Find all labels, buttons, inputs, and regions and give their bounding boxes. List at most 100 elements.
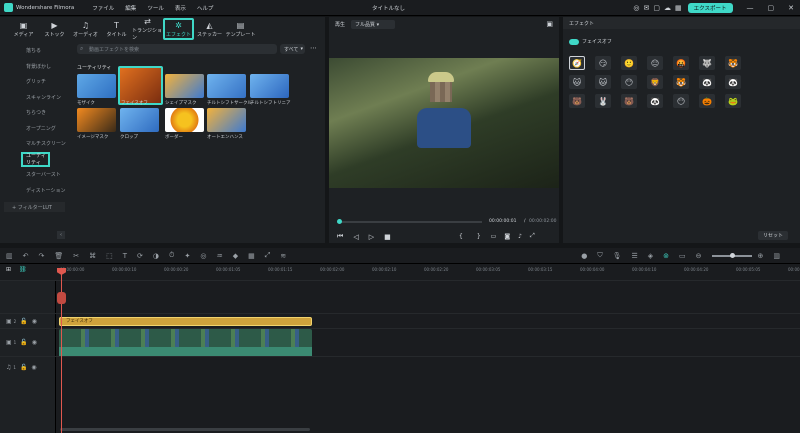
tag-icon[interactable]: ⌘	[89, 252, 96, 260]
collapse-icon[interactable]: ‹	[57, 231, 65, 239]
speaker-icon[interactable]: ◉	[31, 364, 36, 371]
mark-in-icon[interactable]: {	[459, 233, 463, 240]
tab-stickers[interactable]: ◭ ステッカー	[194, 18, 225, 40]
emoji-sticker[interactable]: 🐼	[725, 75, 741, 89]
audio-icon[interactable]: ♪	[518, 233, 522, 240]
timeline-scrollbar[interactable]	[60, 428, 310, 431]
minimize-icon[interactable]: —	[747, 4, 754, 12]
audio-wave-icon[interactable]: ♒	[216, 252, 222, 260]
link-icon[interactable]: ⛓	[19, 266, 27, 273]
tab-stock[interactable]: ▶ ストック	[39, 18, 70, 40]
color-icon[interactable]: ◑	[153, 252, 159, 260]
emoji-sticker[interactable]: 🐸	[725, 94, 741, 108]
snapshot-icon[interactable]: ▣	[546, 20, 553, 28]
crop-icon[interactable]: ⬚	[106, 252, 113, 260]
category-item[interactable]: オープニング	[0, 121, 69, 137]
emoji-sticker[interactable]: 🐼	[699, 75, 715, 89]
effect-thumb-shape-mask[interactable]	[165, 74, 204, 98]
snap-icon[interactable]: ⊚	[663, 252, 669, 260]
timeline-ruler[interactable]: 00:00:00:00 00:00:00:10 00:00:00:20 00:00:0…	[56, 266, 800, 276]
prev-frame-icon[interactable]: ⏮	[337, 232, 343, 241]
grid-icon[interactable]: ▦	[675, 4, 682, 12]
quality-dropdown[interactable]: フル品質 ▾	[351, 19, 396, 29]
category-item[interactable]: マルチスクリーン	[0, 136, 69, 152]
emoji-sticker[interactable]: 😐	[647, 56, 663, 70]
category-item[interactable]: スキャンライン	[0, 90, 69, 106]
zoom-slider[interactable]	[711, 252, 752, 258]
menu-tools[interactable]: ツール	[147, 4, 164, 12]
player-tab[interactable]: 再生	[335, 21, 345, 28]
emoji-sticker[interactable]: 🤬	[673, 56, 689, 70]
lock-icon[interactable]: 🔓	[20, 339, 27, 346]
playhead-knob[interactable]	[337, 219, 342, 224]
effects-icon[interactable]: ✦	[185, 252, 191, 260]
display-icon[interactable]: ▭	[491, 233, 497, 240]
emoji-sticker[interactable]: 🐯	[673, 75, 689, 89]
menu-help[interactable]: ヘルプ	[197, 4, 214, 12]
tab-effects[interactable]: ✲ エフェクト	[163, 18, 194, 40]
category-item[interactable]: ディストーション	[0, 183, 69, 199]
cut-icon[interactable]: ✂	[73, 252, 79, 260]
filter-lut-item[interactable]: + フィルターLUT	[4, 202, 65, 212]
rotate-icon[interactable]: ⟳	[137, 252, 143, 260]
more-icon[interactable]: ⋯	[310, 44, 317, 52]
redo-icon[interactable]: ↷	[39, 252, 45, 260]
ai-icon[interactable]: ◈	[648, 252, 653, 260]
message-icon[interactable]: ✉	[644, 4, 650, 12]
effect-thumb-mosaic[interactable]	[77, 74, 116, 98]
export-button[interactable]: エクスポート	[687, 2, 733, 13]
mark-out-icon[interactable]: }	[477, 233, 481, 240]
maximize-icon[interactable]: ▢	[768, 4, 775, 12]
emoji-sticker[interactable]: 🦁	[647, 75, 663, 89]
fullscreen-icon[interactable]: ⤢	[530, 232, 535, 240]
emoji-sticker[interactable]: 🐻	[569, 94, 585, 108]
tab-audio[interactable]: ♫ オーディオ	[70, 18, 101, 40]
effect-thumb-tilt-circle[interactable]	[207, 74, 246, 98]
category-item-utility[interactable]: ユーティリティ	[21, 151, 50, 167]
emoji-sticker[interactable]: 🐱	[595, 75, 611, 89]
shield-icon[interactable]: ⛉	[597, 251, 602, 260]
speed-icon[interactable]: ⏱	[169, 251, 174, 260]
text-icon[interactable]: T	[123, 252, 127, 260]
camera-icon[interactable]: ◙	[504, 233, 510, 240]
category-item[interactable]: ちらつき	[0, 105, 69, 121]
effect-thumb-border[interactable]	[165, 108, 204, 132]
effect-thumb-tilt-linear[interactable]	[250, 74, 289, 98]
render-icon[interactable]: ●	[581, 252, 587, 260]
emoji-sticker[interactable]: 🐰	[595, 94, 611, 108]
effect-thumb-crop[interactable]	[120, 108, 159, 132]
lock-icon[interactable]: 🔓	[20, 364, 27, 371]
emoji-sticker[interactable]: 🐱	[569, 75, 585, 89]
search-input[interactable]: ⌕ 動画エフェクトを検索	[77, 44, 277, 54]
motion-icon[interactable]: ≋	[280, 252, 286, 260]
emoji-sticker-selected[interactable]: 🧭	[569, 56, 585, 70]
category-item[interactable]: グリッチ	[0, 74, 69, 90]
add-track-icon[interactable]: ⊞	[6, 266, 11, 273]
emoji-sticker[interactable]: 🙂	[621, 56, 637, 70]
layout-icon[interactable]: ▥	[6, 252, 13, 260]
zoom-knob[interactable]	[729, 252, 735, 258]
zoom-out-icon[interactable]: ⊖	[696, 252, 702, 260]
emoji-sticker[interactable]: 😶	[621, 75, 637, 89]
video-clip[interactable]	[59, 329, 312, 356]
lock-icon[interactable]: 🔓	[20, 318, 27, 325]
effect-thumb-auto-enhance[interactable]	[207, 108, 246, 132]
green-screen-icon[interactable]: ▦	[248, 252, 255, 260]
keyframe-icon[interactable]: ◆	[233, 252, 238, 260]
category-item[interactable]: スターバースト	[0, 167, 69, 183]
emoji-sticker[interactable]: 🐺	[699, 56, 715, 70]
emoji-sticker[interactable]: 🐻	[621, 94, 637, 108]
expand-icon[interactable]: ⤢	[265, 251, 271, 260]
effect-thumb-image-mask[interactable]	[77, 108, 116, 132]
reset-button[interactable]: リセット	[758, 231, 789, 240]
zoom-fit-icon[interactable]: ▭	[679, 252, 686, 260]
filter-dropdown[interactable]: すべて ▾	[280, 44, 305, 54]
video-frame[interactable]	[329, 58, 559, 188]
playback-progress[interactable]	[337, 219, 482, 224]
tab-titles[interactable]: T タイトル	[101, 18, 132, 40]
track-options-icon[interactable]: ▥	[773, 252, 780, 260]
emoji-sticker[interactable]: 🐼	[647, 94, 663, 108]
list-icon[interactable]: ☰	[631, 252, 637, 260]
save-icon[interactable]: ▢	[653, 4, 660, 12]
category-item[interactable]: 背景ぼかし	[0, 59, 69, 75]
